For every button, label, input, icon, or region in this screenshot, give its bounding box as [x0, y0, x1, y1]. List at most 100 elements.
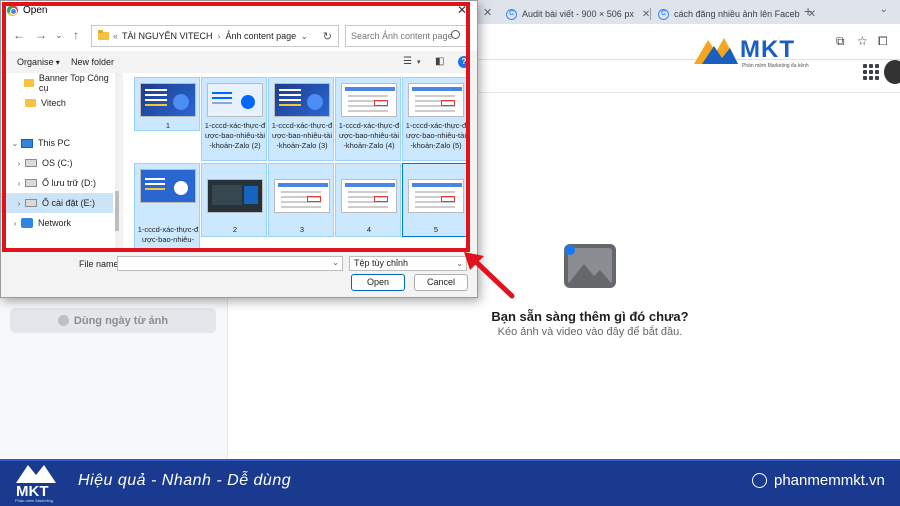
file-item[interactable]: 1 — [134, 77, 200, 131]
tab-divider — [650, 8, 651, 20]
search-input[interactable]: Search Ảnh content page — [345, 25, 467, 47]
file-name-input[interactable]: ⌄ — [117, 256, 343, 271]
file-label: 2 — [232, 225, 238, 234]
photo-placeholder-icon — [564, 244, 616, 288]
close-tab-icon[interactable]: ✕ — [642, 9, 650, 20]
view-options-icon[interactable]: ☰ — [403, 56, 412, 67]
nav-item-this-pc[interactable]: ⌄ This PC — [0, 133, 109, 153]
nav-item-drive-c[interactable]: › OS (C:) — [1, 153, 113, 173]
file-type-select[interactable]: Tệp tùy chỉnh ⌄ — [349, 256, 467, 271]
file-item[interactable]: 5 — [402, 163, 468, 237]
dialog-nav-bar: ← → ⌄ ↑ « TÀI NGUYÊN VITECH › Ảnh conten… — [1, 21, 477, 51]
chevron-down-icon[interactable]: ⌄ — [332, 258, 339, 267]
use-photo-button[interactable]: Dùng ngày từ ảnh — [10, 308, 216, 333]
drive-icon — [25, 179, 37, 187]
file-item[interactable]: 3 — [268, 163, 334, 237]
chevron-right-icon[interactable]: › — [13, 179, 25, 188]
file-item[interactable]: 1-cccd-xác-thực-được-bao-nhiêu-tài-khoản… — [335, 77, 401, 161]
chrome-icon — [7, 5, 18, 16]
bookmark-star-icon[interactable]: ☆ — [857, 34, 868, 48]
close-icon[interactable]: ✕ — [457, 3, 467, 17]
preview-pane-icon[interactable]: ◧ — [435, 56, 444, 67]
up-arrow-icon[interactable]: ↑ — [73, 28, 79, 42]
file-name-row: File name: ⌄ Tệp tùy chỉnh ⌄ — [1, 253, 477, 273]
empty-state-subtitle: Kéo ảnh và video vào đây để bắt đầu. — [497, 326, 683, 338]
folder-icon — [25, 99, 36, 107]
organise-button[interactable]: Organise — [17, 57, 60, 67]
file-item[interactable]: 1-cccd-xác-thực-được-bao-nhiêu- — [134, 163, 200, 249]
cancel-button[interactable]: Cancel — [414, 274, 468, 291]
new-tab-icon[interactable]: + — [804, 3, 812, 19]
browser-tab[interactable]: C cách đăng nhiều ảnh lên Faceb ✕ — [652, 4, 822, 24]
footer-stripe — [0, 459, 900, 461]
footer-slogan: Hiệu quả - Nhanh - Dễ dùng — [78, 472, 292, 489]
empty-state-title: Bạn sẵn sàng thêm gì đó chưa? — [491, 309, 689, 324]
file-type-value: Tệp tùy chỉnh — [354, 258, 409, 268]
breadcrumb-item[interactable]: TÀI NGUYÊN VITECH — [122, 31, 213, 41]
nav-item-banner-top[interactable]: Banner Top Công cụ — [1, 73, 113, 93]
folder-icon — [23, 79, 34, 87]
dialog-title: Open — [23, 5, 48, 16]
chevron-down-icon[interactable]: ⌄ — [9, 139, 21, 148]
nav-item-label: OS (C:) — [42, 158, 73, 168]
close-tab-icon[interactable]: ✕ — [483, 6, 492, 19]
drive-icon — [25, 159, 37, 167]
logo-brand: MKT — [740, 36, 795, 63]
tab-label: cách đăng nhiều ảnh lên Faceb — [674, 9, 800, 19]
browser-tab[interactable]: C Audit bài viết - 900 × 506 px ✕ — [500, 4, 656, 24]
apps-grid-icon[interactable] — [863, 64, 879, 80]
footer-logo-mark-icon — [16, 465, 56, 483]
new-folder-button[interactable]: New folder — [71, 57, 114, 67]
file-item[interactable]: 4 — [335, 163, 401, 237]
nav-item-label: Ổ lưu trữ (D:) — [42, 178, 97, 188]
nav-item-network[interactable]: › Network — [0, 213, 109, 233]
dialog-command-bar: Organise New folder ☰ ▾ ◧ — [1, 51, 477, 73]
breadcrumb-overflow-icon[interactable]: « — [113, 31, 118, 41]
file-thumbnail — [341, 179, 397, 213]
chevron-right-icon[interactable]: › — [13, 199, 25, 208]
forward-arrow-icon[interactable]: → — [35, 28, 47, 42]
refresh-icon[interactable]: ↻ — [323, 30, 332, 43]
nav-item-label: Ổ cài đặt (E:) — [42, 198, 96, 208]
address-bar[interactable]: « TÀI NGUYÊN VITECH › Ảnh content page ⌄… — [91, 25, 339, 47]
file-thumbnail — [140, 83, 196, 117]
footer-website[interactable]: phanmemmkt.vn — [752, 472, 885, 489]
open-button[interactable]: Open — [351, 274, 405, 291]
info-icon — [57, 315, 69, 326]
pc-icon — [21, 138, 33, 148]
file-thumbnail — [140, 169, 196, 203]
file-item[interactable]: 1-cccd-xác-thực-được-bao-nhiêu-tài-khoản… — [201, 77, 267, 161]
avatar[interactable] — [884, 60, 900, 84]
file-item[interactable]: 1-cccd-xác-thực-được-bao-nhiêu-tài-khoản… — [268, 77, 334, 161]
breadcrumb-item[interactable]: Ảnh content page — [226, 31, 297, 41]
file-label: 1-cccd-xác-thực-được-bao-nhiêu- — [137, 225, 199, 244]
open-file-dialog: Open ✕ ← → ⌄ ↑ « TÀI NGUYÊN VITECH › Ảnh… — [0, 0, 478, 298]
file-item[interactable]: 2 — [201, 163, 267, 237]
tab-favicon-icon: C — [506, 8, 517, 20]
file-label: 3 — [299, 225, 305, 234]
file-label: 1-cccd-xác-thực-được-bao-nhiêu-tài-khoản… — [204, 121, 266, 150]
tab-search-chevron-icon[interactable]: ⌄ — [880, 4, 888, 15]
nav-scrollbar[interactable] — [115, 73, 119, 249]
chevron-down-icon[interactable]: ▾ — [417, 58, 421, 66]
folder-icon — [98, 30, 109, 40]
file-thumbnail — [207, 83, 263, 117]
extensions-icon[interactable]: ⧠ — [878, 34, 888, 49]
tab-label: Audit bài viết - 900 × 506 px — [522, 9, 634, 19]
recent-chevron-icon[interactable]: ⌄ — [55, 30, 63, 41]
chevron-right-icon[interactable]: › — [9, 219, 21, 228]
website-label: phanmemmkt.vn — [774, 472, 885, 489]
nav-item-vitech[interactable]: Vitech — [1, 93, 113, 113]
help-icon[interactable]: ? — [458, 56, 470, 68]
file-item[interactable]: 1-cccd-xác-thực-được-bao-nhiêu-tài-khoản… — [402, 77, 468, 161]
nav-item-drive-d[interactable]: › Ổ lưu trữ (D:) — [1, 173, 113, 193]
chevron-right-icon[interactable]: › — [13, 159, 25, 168]
nav-item-drive-e[interactable]: › Ổ cài đặt (E:) — [1, 193, 113, 213]
dialog-title-bar[interactable]: Open ✕ — [1, 1, 477, 21]
tab-favicon-icon: C — [658, 8, 669, 20]
file-thumbnail — [274, 179, 330, 213]
chevron-down-icon[interactable]: ⌄ — [300, 31, 308, 42]
nav-item-label: Network — [38, 218, 72, 228]
back-arrow-icon[interactable]: ← — [13, 28, 25, 42]
search-placeholder: Search Ảnh content page — [351, 31, 453, 41]
